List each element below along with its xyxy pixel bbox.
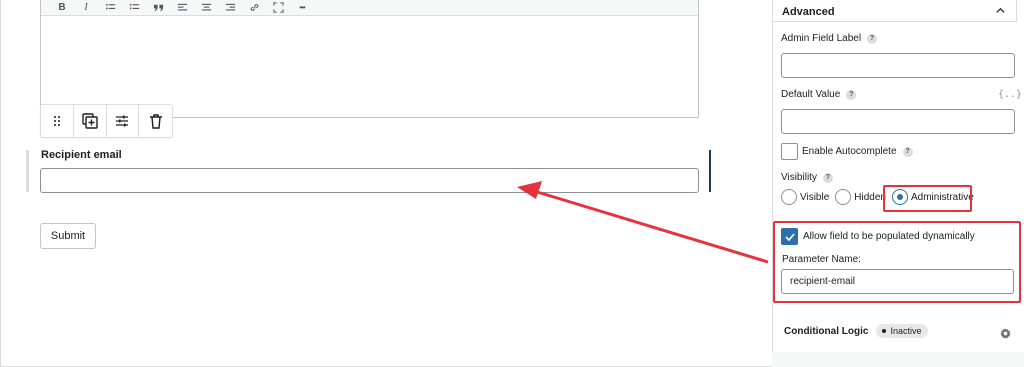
admin-field-label: Admin Field Label	[781, 33, 862, 44]
sidebar-footer	[772, 352, 1024, 367]
enable-autocomplete-label: Enable Autocomplete	[802, 146, 897, 157]
conditional-logic-row: Conditional Logic Inactive	[784, 324, 929, 338]
settings-button[interactable]	[107, 105, 140, 137]
align-left-button[interactable]	[171, 0, 193, 14]
admin-field-label-row: Admin Field Label ?	[781, 33, 878, 44]
help-icon[interactable]: ?	[902, 146, 913, 157]
align-right-button[interactable]	[219, 0, 241, 14]
gear-icon[interactable]	[999, 327, 1012, 340]
drag-handle[interactable]	[41, 105, 74, 137]
fullscreen-icon	[272, 1, 284, 13]
visibility-label: Visibility	[781, 172, 817, 183]
conditional-logic-title: Conditional Logic	[784, 325, 869, 337]
admin-field-label-input[interactable]	[781, 53, 1015, 78]
numbered-list-button[interactable]	[123, 0, 145, 14]
blockquote-button[interactable]	[147, 0, 169, 14]
field-focus-bar-left	[26, 150, 29, 192]
drag-icon	[53, 116, 60, 126]
advanced-panel-title: Advanced	[782, 5, 835, 18]
recipient-email-label: Recipient email	[41, 149, 122, 161]
editor-toolbar: B I •••	[41, 0, 698, 16]
radio-label: Visible	[800, 191, 830, 203]
duplicate-icon	[81, 113, 98, 129]
help-icon[interactable]: ?	[846, 89, 857, 100]
visibility-option-hidden[interactable]: Hidden	[835, 189, 886, 205]
link-button[interactable]	[243, 0, 265, 14]
merge-tag-button[interactable]: {..}	[998, 89, 1022, 100]
align-center-icon	[201, 3, 211, 10]
radio-label: Hidden	[854, 191, 886, 203]
status-dot	[882, 329, 887, 333]
administrative-highlight-box	[883, 185, 972, 212]
visibility-row: Visibility ?	[781, 172, 833, 183]
bullet-list-icon	[105, 3, 115, 9]
radio-button[interactable]	[781, 189, 797, 205]
default-value-label: Default Value	[781, 89, 841, 100]
enable-autocomplete-row: Enable Autocomplete ?	[802, 146, 913, 157]
align-left-icon	[177, 3, 187, 10]
delete-button[interactable]	[139, 105, 172, 137]
visibility-option-visible[interactable]: Visible	[781, 189, 829, 205]
duplicate-button[interactable]	[74, 105, 107, 137]
help-icon[interactable]: ?	[867, 33, 878, 44]
conditional-logic-status-badge: Inactive	[876, 324, 929, 338]
italic-button[interactable]: I	[75, 0, 97, 14]
bullet-list-button[interactable]	[99, 0, 121, 14]
dynamic-population-highlight-box	[773, 221, 1021, 303]
sliders-icon	[116, 115, 129, 127]
field-focus-bar-right	[709, 150, 711, 192]
align-center-button[interactable]	[195, 0, 217, 14]
quote-icon	[153, 4, 163, 11]
block-toolbar	[40, 104, 173, 138]
enable-autocomplete-checkbox[interactable]	[781, 143, 798, 160]
fullscreen-button[interactable]	[267, 0, 289, 14]
align-right-icon	[225, 3, 235, 10]
help-icon[interactable]: ?	[822, 172, 833, 183]
submit-button[interactable]: Submit	[40, 223, 96, 249]
radio-button[interactable]	[835, 189, 852, 205]
chevron-up-icon	[996, 7, 1005, 13]
recipient-email-input[interactable]	[40, 168, 699, 193]
trash-icon	[149, 114, 162, 129]
advanced-panel-header[interactable]: Advanced	[772, 0, 1017, 22]
more-button[interactable]: •••	[291, 0, 313, 14]
link-icon	[250, 3, 258, 11]
default-value-row: Default Value ?	[781, 89, 857, 100]
status-text: Inactive	[890, 326, 922, 336]
rich-text-editor[interactable]: B I •••	[40, 0, 699, 118]
default-value-input[interactable]	[781, 109, 1015, 134]
numbered-list-icon	[129, 3, 139, 9]
bold-button[interactable]: B	[51, 0, 73, 14]
